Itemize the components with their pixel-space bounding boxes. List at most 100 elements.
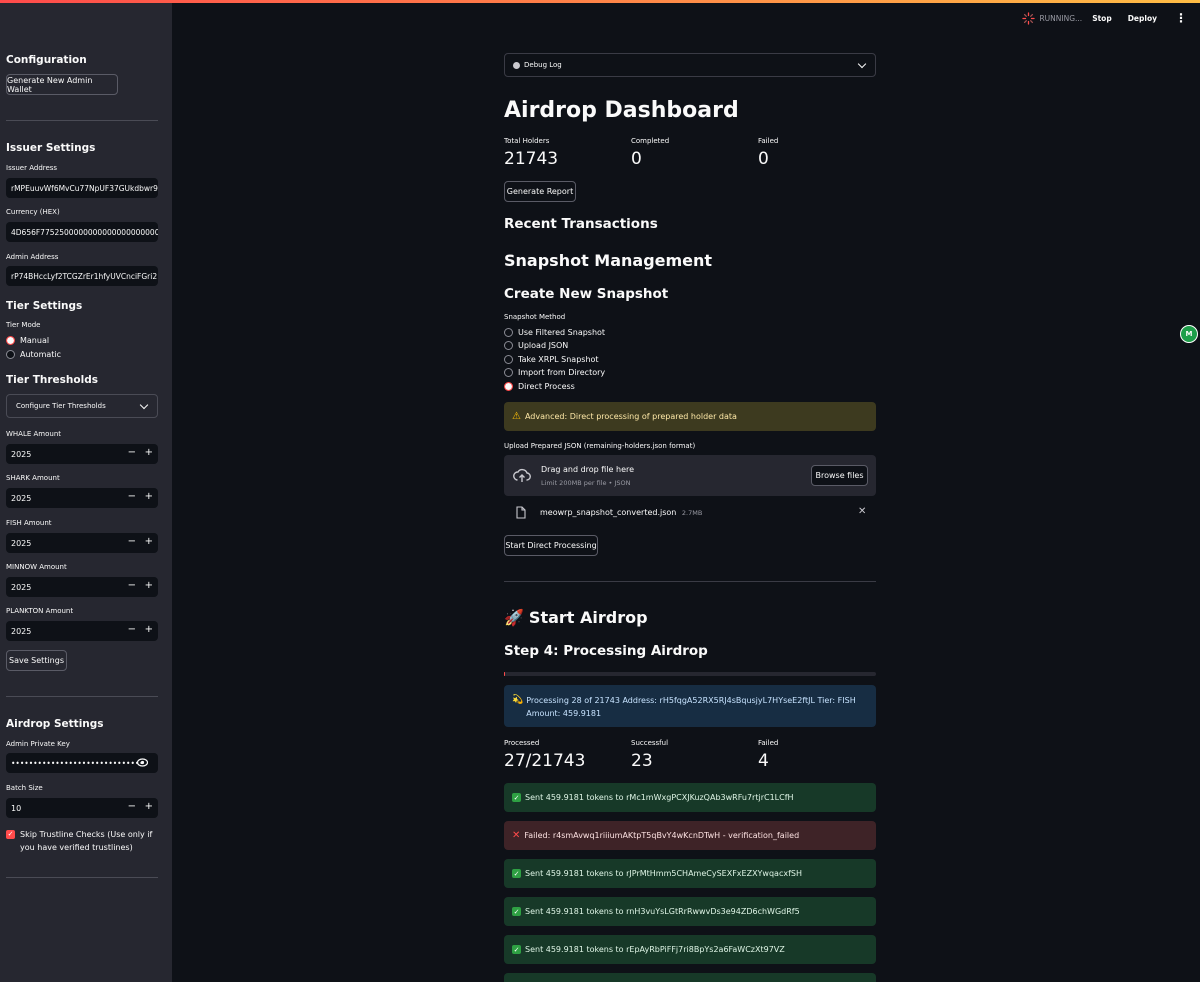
page-title: Airdrop Dashboard (504, 98, 739, 123)
metric-label: Failed (758, 137, 779, 145)
skip-trustline-checkbox[interactable]: ✓ Skip Trustline Checks (Use only if you… (6, 828, 158, 854)
metric-label: Failed (758, 739, 779, 747)
checkbox-label: Skip Trustline Checks (Use only if you h… (20, 830, 153, 852)
currency-label: Currency (HEX) (6, 208, 60, 216)
snapshot-method-radio[interactable]: Import from Directory (504, 368, 605, 377)
increment-button[interactable]: + (145, 536, 153, 547)
snapshot-method-radio[interactable]: Use Filtered Snapshot (504, 328, 605, 337)
radio-label: Manual (20, 336, 50, 345)
extension-badge-icon[interactable]: M (1180, 325, 1198, 343)
create-snapshot-heading: Create New Snapshot (504, 286, 669, 302)
radio-unselected-icon (6, 350, 15, 359)
admin-address-input[interactable]: rP74BHccLyf2TCGZrEr1hfyUVCnciFGri2 (6, 266, 158, 286)
radio-label: Use Filtered Snapshot (518, 328, 606, 337)
save-settings-button[interactable]: Save Settings (6, 650, 67, 671)
metric-label: Processed (504, 739, 540, 747)
private-key-input[interactable]: •••••••••••••••••••••••••••••• (6, 753, 158, 773)
radio-label: Direct Process (518, 382, 575, 391)
generate-wallet-button[interactable]: Generate New Admin Wallet (6, 74, 118, 95)
snapshot-method-radio[interactable]: Take XRPL Snapshot (504, 355, 599, 364)
file-dropzone[interactable]: Drag and drop file here Limit 200MB per … (504, 455, 876, 496)
plankton-amount-input[interactable]: 2025 − + (6, 621, 158, 641)
fish-amount-input[interactable]: 2025 − + (6, 533, 158, 553)
increment-button[interactable]: + (145, 491, 153, 502)
generate-report-button[interactable]: Generate Report (504, 181, 576, 202)
divider (6, 877, 158, 878)
radio-unselected-icon (504, 341, 513, 350)
decrement-button[interactable]: − (128, 447, 136, 458)
currency-input[interactable]: 4D656F77525000000000000000000000000000 (6, 222, 158, 242)
divider (6, 120, 158, 121)
tier-mode-automatic-radio[interactable]: Automatic (6, 350, 61, 359)
remove-file-icon[interactable]: ✕ (858, 506, 866, 517)
warning-icon: ⚠ (512, 411, 521, 422)
uploaded-file: meowrp_snapshot_converted.json 2.7MB (540, 508, 702, 517)
shark-amount-input[interactable]: 2025 − + (6, 488, 158, 508)
transaction-failed: ✕ Failed: r4smAvwq1riiiumAKtpT5qBvY4wKcnD… (504, 821, 876, 850)
decrement-button[interactable]: − (128, 624, 136, 635)
snapshot-method-label: Snapshot Method (504, 313, 566, 321)
admin-address-label: Admin Address (6, 253, 59, 261)
start-direct-processing-button[interactable]: Start Direct Processing (504, 535, 598, 556)
eye-icon[interactable] (137, 758, 148, 767)
dropzone-title: Drag and drop file here (541, 465, 635, 474)
step4-heading: Step 4: Processing Airdrop (504, 643, 708, 659)
number-value: 2025 (11, 582, 32, 592)
file-name: meowrp_snapshot_converted.json (540, 508, 677, 517)
main-content: Debug Log Airdrop Dashboard Total Holder… (172, 3, 1200, 982)
browse-files-button[interactable]: Browse files (811, 465, 868, 486)
minnow-amount-input[interactable]: 2025 − + (6, 577, 158, 597)
metric-value: 21743 (504, 149, 559, 169)
check-icon: ✓ (512, 869, 521, 878)
transaction-text: Sent 459.9181 tokens to rEpAyRbPiFFj7ri8… (525, 945, 785, 954)
metric-value: 4 (758, 751, 769, 771)
tier-label: SHARK Amount (6, 474, 60, 482)
snapshot-management-heading: Snapshot Management (504, 251, 713, 270)
decrement-button[interactable]: − (128, 536, 136, 547)
decrement-button[interactable]: − (128, 801, 136, 812)
radio-unselected-icon (504, 355, 513, 364)
decrement-button[interactable]: − (128, 491, 136, 502)
alert-text: Advanced: Direct processing of prepared … (524, 412, 737, 421)
airdrop-settings-title: Airdrop Settings (6, 718, 104, 730)
metric-value: 0 (758, 149, 769, 169)
metric-label: Completed (631, 137, 670, 145)
number-value: 2025 (11, 493, 32, 503)
increment-button[interactable]: + (145, 801, 153, 812)
transaction-text: Sent 459.9181 tokens to rJPrMtHmm5CHAmeC… (525, 869, 802, 878)
metric-value: 0 (631, 149, 642, 169)
tier-label: PLANKTON Amount (6, 607, 74, 615)
tier-mode-manual-radio[interactable]: Manual (6, 336, 49, 345)
sidebar: Configuration Generate New Admin Wallet … (0, 3, 172, 982)
debug-log-expander[interactable]: Debug Log (504, 53, 876, 77)
check-icon: ✓ (512, 907, 521, 916)
check-icon: ✓ (512, 793, 521, 802)
tier-thresholds-expander[interactable]: Configure Tier Thresholds (6, 394, 158, 418)
recent-transactions-heading: Recent Transactions (504, 216, 658, 232)
processing-info-alert: 💫 Processing 28 of 21743 Address: rH5fqg… (504, 685, 876, 727)
transaction-text: Sent 459.9181 tokens to rnH3vuYsLGtRrRww… (525, 907, 800, 916)
checkbox-checked-icon: ✓ (6, 830, 15, 839)
divider (6, 696, 158, 697)
file-icon (516, 506, 526, 519)
metric-value: 27/21743 (504, 751, 586, 771)
decrement-button[interactable]: − (128, 580, 136, 591)
radio-label: Upload JSON (518, 341, 569, 350)
increment-button[interactable]: + (145, 580, 153, 591)
increment-button[interactable]: + (145, 447, 153, 458)
snapshot-method-radio[interactable]: Direct Process (504, 382, 575, 391)
chevron-down-icon (139, 400, 149, 410)
debug-log-icon (513, 61, 520, 69)
airdrop-progress-bar (504, 672, 876, 676)
whale-amount-input[interactable]: 2025 − + (6, 444, 158, 464)
radio-unselected-icon (504, 368, 513, 377)
batch-size-input[interactable]: 10 − + (6, 798, 158, 818)
warning-alert: ⚠ Advanced: Direct processing of prepare… (504, 402, 876, 431)
snapshot-method-radio[interactable]: Upload JSON (504, 341, 568, 350)
dropzone-limit: Limit 200MB per file • JSON (541, 479, 631, 487)
metric-label: Total Holders (504, 137, 550, 145)
increment-button[interactable]: + (145, 624, 153, 635)
issuer-address-input[interactable]: rMPEuuvWf6MvCu77NpUF37GUkdbwr9N (6, 178, 158, 198)
heading-text: Start Airdrop (528, 608, 648, 627)
metric-label: Successful (631, 739, 669, 747)
